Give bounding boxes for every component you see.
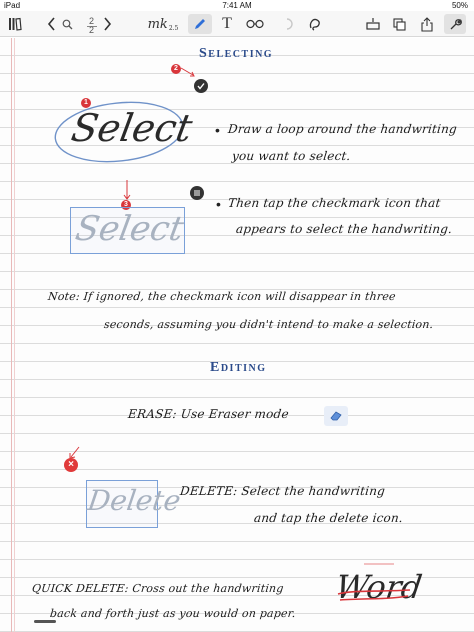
erase-instruction: ERASE: Use Eraser mode <box>127 407 290 421</box>
delete-icon[interactable]: × <box>64 458 78 472</box>
clock: 7:41 AM <box>222 1 252 10</box>
app-sub-label: 2.5 <box>168 25 179 32</box>
battery-level: 50% <box>451 1 468 10</box>
toolbar: 2 2 mk 2.5 T <box>0 11 474 37</box>
lasso-icon[interactable] <box>306 14 324 34</box>
pen-icon[interactable] <box>188 14 212 34</box>
delete-word-handwriting[interactable]: Delete <box>86 484 183 517</box>
margin-line-2 <box>14 38 15 632</box>
glasses-icon[interactable] <box>244 14 266 34</box>
eraser-icon[interactable] <box>324 406 348 426</box>
app-mode-button[interactable]: mk 2.5 <box>146 14 180 34</box>
insert-icon[interactable] <box>364 14 382 34</box>
margin-line <box>11 38 12 632</box>
section-heading-selecting: Selecting <box>199 46 274 61</box>
page-indicator: 2 2 <box>69 16 125 36</box>
selection-menu-icon[interactable] <box>190 186 204 200</box>
quick-delete-line1: QUICK DELETE: Cross out the handwriting <box>31 582 285 595</box>
arrow-icon <box>123 180 131 200</box>
status-bar: iPad 7:41 AM 50% <box>0 0 474 11</box>
note-line2: seconds, assuming you didn't intend to m… <box>103 318 435 331</box>
select-word-handwriting[interactable]: Select <box>68 106 195 150</box>
delete-line1: DELETE: Select the handwriting <box>179 484 386 498</box>
cross-out-stroke <box>337 563 411 601</box>
step2-line2: appears to select the handwriting. <box>235 222 453 236</box>
bullet: • <box>215 122 220 138</box>
quick-delete-line2: back and forth just as you would on pape… <box>49 607 297 620</box>
arrow-icon <box>180 67 195 77</box>
step1-line1: Draw a loop around the handwriting <box>227 122 458 136</box>
checkmark-icon[interactable] <box>194 79 208 93</box>
app-label: mk <box>147 16 168 32</box>
delete-line2: and tap the delete icon. <box>253 511 404 525</box>
back-icon[interactable] <box>44 14 58 34</box>
library-icon[interactable] <box>6 14 24 34</box>
undo-icon[interactable] <box>282 14 296 34</box>
selected-word-handwriting[interactable]: Select <box>72 209 186 249</box>
forward-icon[interactable] <box>100 14 114 34</box>
scroll-indicator <box>34 620 56 623</box>
bullet: • <box>216 196 221 212</box>
text-icon[interactable]: T <box>218 14 236 34</box>
settings-icon[interactable] <box>444 14 466 34</box>
note-line1: Note: If ignored, the checkmark icon wil… <box>47 290 397 303</box>
step2-line1: Then tap the checkmark icon that <box>227 196 442 210</box>
section-heading-editing: Editing <box>210 360 267 375</box>
page-total: 2 <box>89 25 95 35</box>
copy-icon[interactable] <box>390 14 408 34</box>
step1-line2: you want to select. <box>231 149 352 163</box>
share-icon[interactable] <box>418 14 436 34</box>
